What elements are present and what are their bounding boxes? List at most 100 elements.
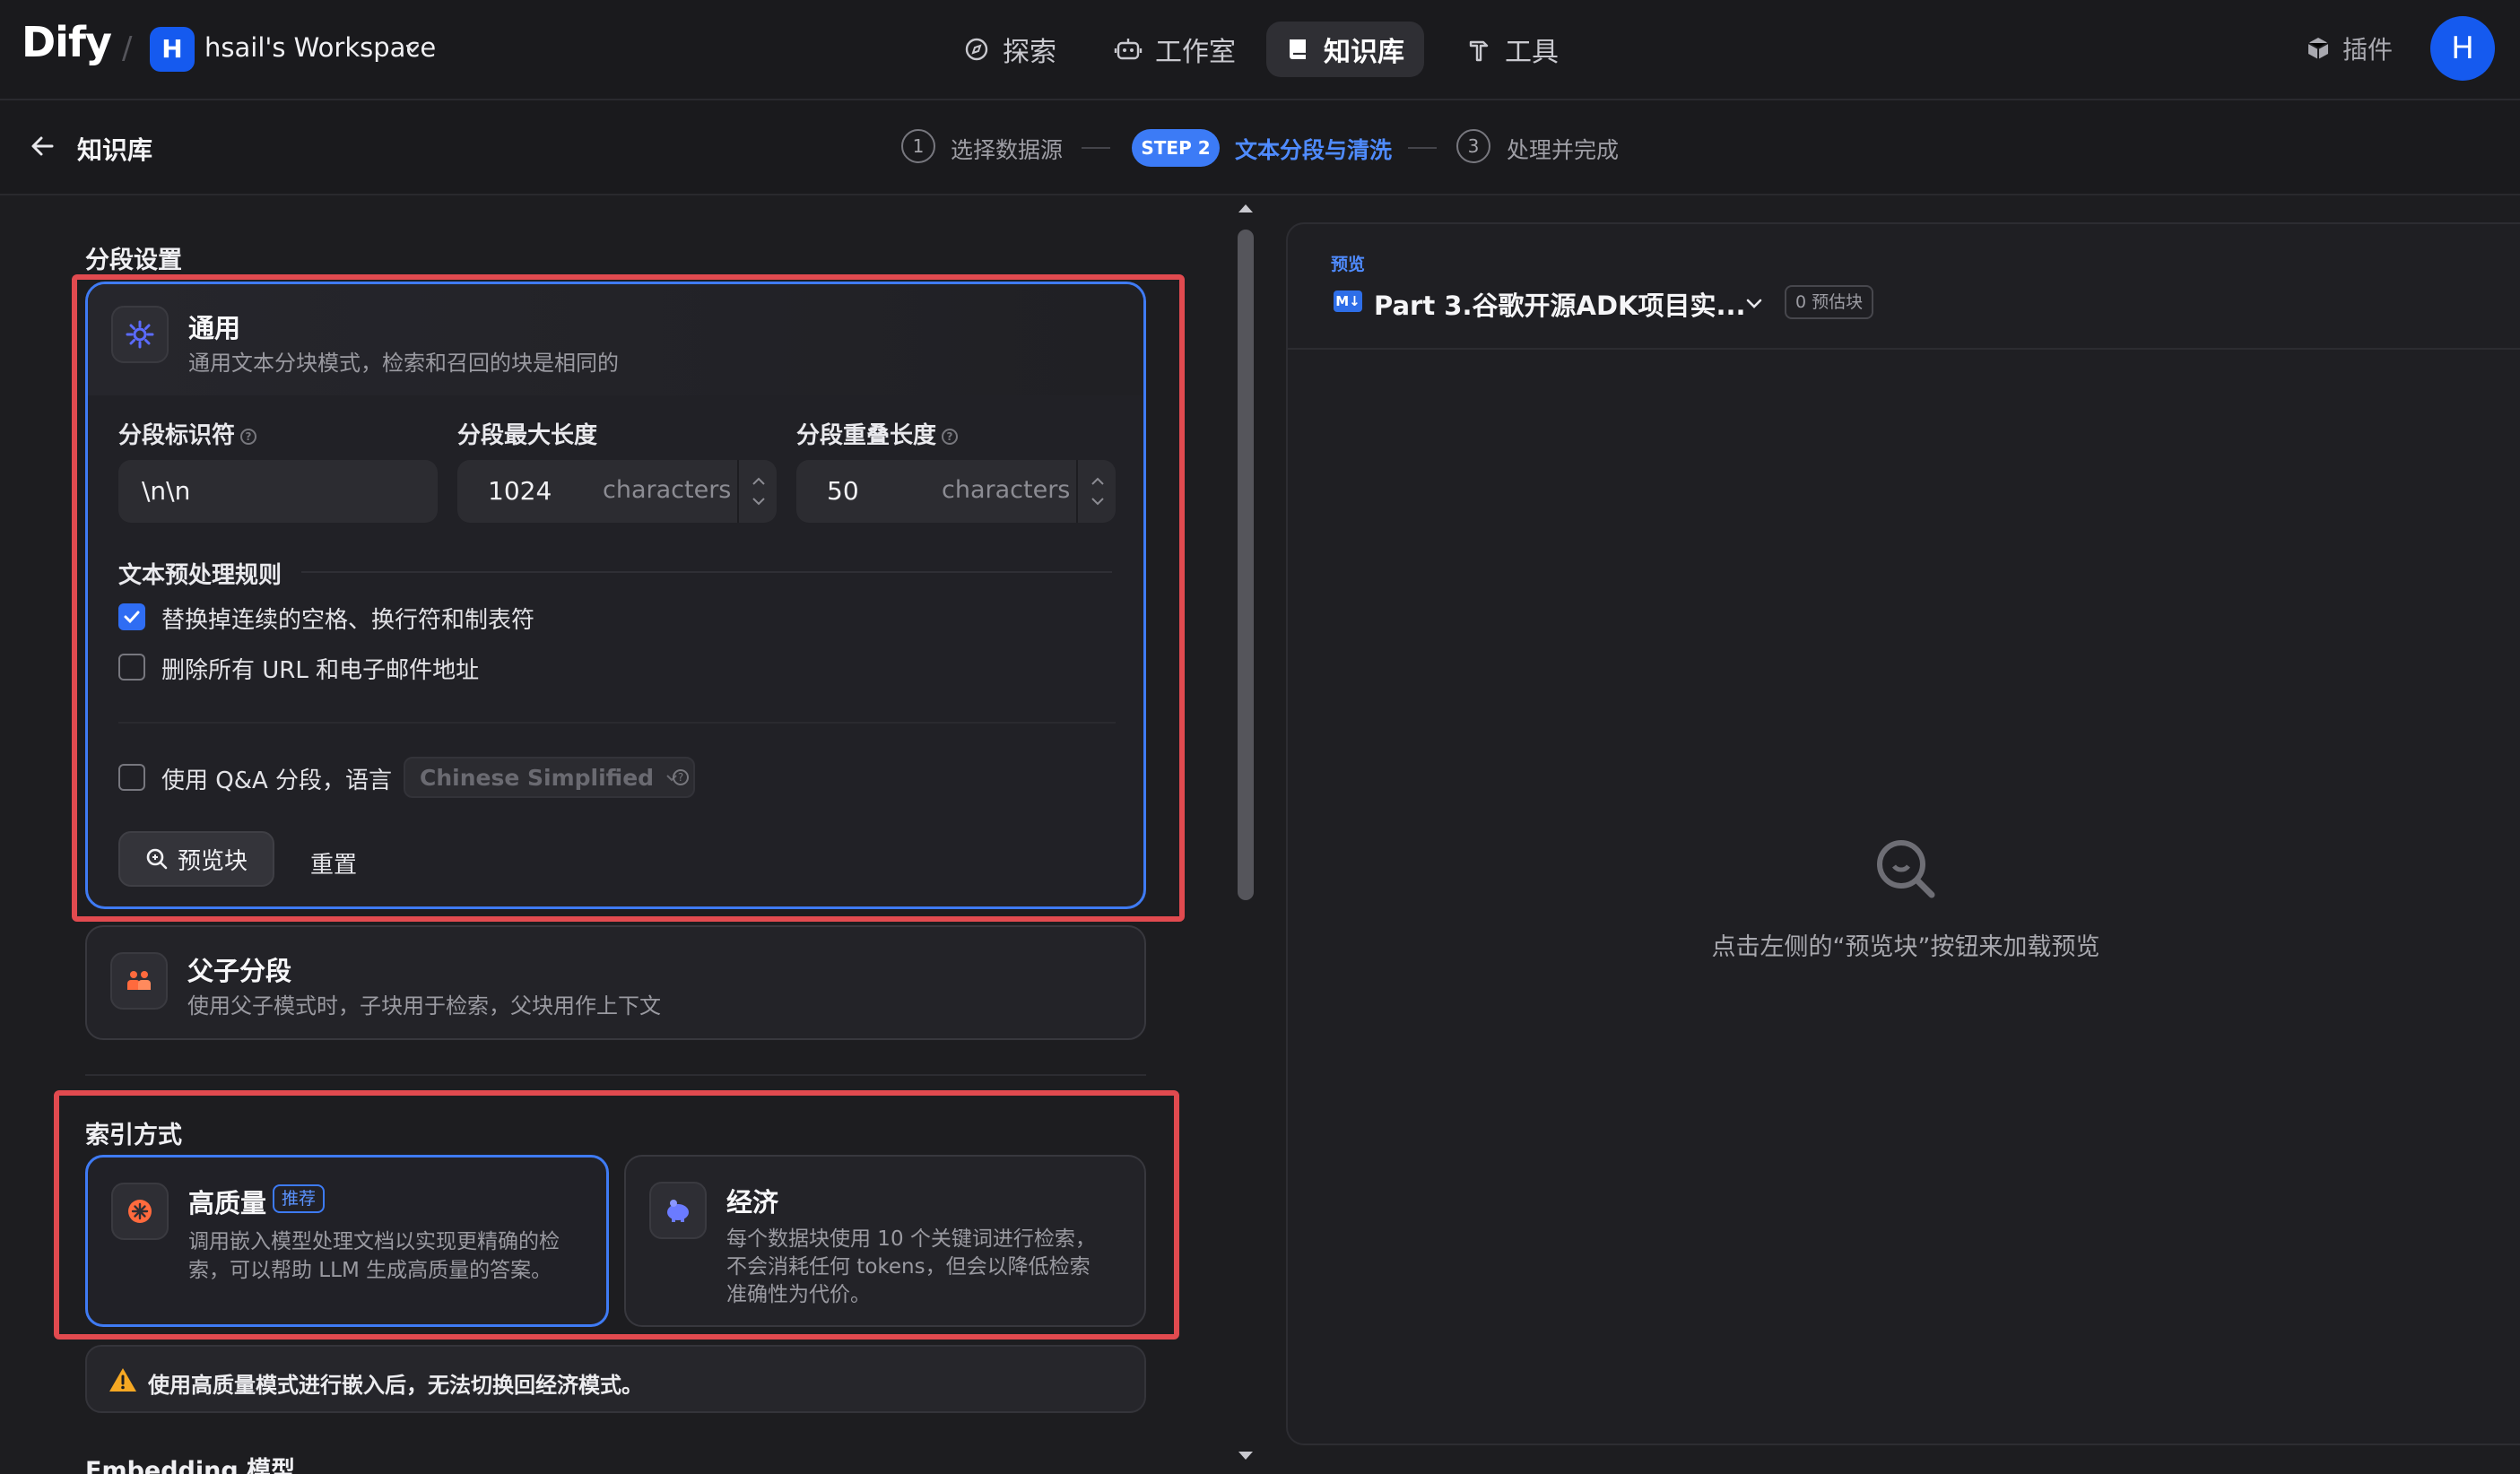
economy-title: 经济 (726, 1187, 779, 1218)
delimiter-label-text: 分段标识符 (118, 422, 236, 449)
overlap-input[interactable]: 50 characters (796, 460, 1116, 523)
chevron-down-icon[interactable] (404, 39, 421, 57)
scroll-up-arrow-icon[interactable] (1236, 201, 1256, 215)
max-length-input[interactable]: 1024 characters (457, 460, 777, 523)
qa-divider (118, 722, 1116, 724)
segment-section-title: 分段设置 (85, 247, 182, 274)
qa-checkbox[interactable] (118, 764, 145, 791)
compass-icon (963, 36, 990, 63)
step-connector (1082, 147, 1110, 149)
max-length-value: 1024 (488, 476, 552, 506)
step-1-number: 1 (901, 129, 935, 163)
step-2-badge: STEP 2 (1132, 129, 1220, 167)
page-title: 知识库 (77, 135, 153, 165)
rules-title: 文本预处理规则 (118, 562, 282, 589)
step-3-number: 3 (1456, 129, 1490, 163)
overlap-unit: characters (942, 476, 1071, 504)
help-icon[interactable]: ? (942, 428, 959, 445)
scrollbar-thumb[interactable] (1238, 230, 1254, 900)
overlap-label: 分段重叠长度? (796, 417, 959, 450)
preview-panel (1286, 222, 2520, 1445)
dify-logo[interactable]: Dify (22, 18, 112, 66)
nav-explore-label: 探索 (1003, 37, 1056, 68)
scroll-down-arrow-icon[interactable] (1236, 1449, 1256, 1463)
embedding-section-title: Embedding 模型 (85, 1457, 296, 1474)
general-title: 通用 (188, 313, 241, 343)
economy-desc-line3: 准确性为代价。 (726, 1283, 871, 1306)
nav-studio-label: 工作室 (1155, 37, 1236, 68)
family-icon (110, 952, 168, 1010)
help-icon[interactable]: ? (673, 769, 689, 785)
economy-desc-line2: 不会消耗任何 tokens，但会以降低检索 (726, 1255, 1091, 1279)
section-divider (85, 1074, 1146, 1076)
nav-tools-label: 工具 (1505, 37, 1559, 68)
markdown-file-icon: M↓ (1334, 290, 1362, 312)
preview-chunks-button[interactable]: 预览块 (118, 831, 275, 887)
nav-explore[interactable]: 探索 (943, 22, 1076, 77)
nav-studio[interactable]: 工作室 (1094, 22, 1256, 77)
warning-icon (109, 1366, 137, 1393)
rule1-label: 替换掉连续的空格、换行符和制表符 (161, 607, 535, 634)
preview-label: 预览 (1331, 255, 1366, 274)
breadcrumb-separator: / (122, 30, 133, 66)
rule2-checkbox[interactable] (118, 654, 145, 681)
step-connector (1408, 147, 1437, 149)
preview-header-divider (1288, 348, 2520, 350)
search-icon (145, 847, 169, 871)
economy-card[interactable]: 经济 每个数据块使用 10 个关键词进行检索， 不会消耗任何 tokens，但会… (624, 1155, 1146, 1327)
robot-icon (1114, 36, 1143, 63)
piggy-bank-icon (649, 1182, 707, 1239)
preview-chunks-label: 预览块 (178, 847, 248, 875)
plugins-button[interactable]: 插件 (2305, 30, 2393, 66)
hammer-icon (1465, 36, 1492, 63)
general-mode-card[interactable]: 通用 通用文本分块模式，检索和召回的块是相同的 分段标识符? 分段最大长度 分段… (85, 282, 1146, 909)
reset-button[interactable]: 重置 (310, 846, 357, 880)
warning-text: 使用高质量模式进行嵌入后，无法切换回经济模式。 (148, 1373, 643, 1398)
max-length-unit: characters (603, 476, 732, 504)
parent-child-desc: 使用父子模式时，子块用于检索，父块用作上下文 (187, 993, 661, 1019)
cube-icon (2305, 35, 2332, 62)
step-3-label: 处理并完成 (1507, 137, 1620, 163)
parent-child-mode-card[interactable]: 父子分段 使用父子模式时，子块用于检索，父块用作上下文 (85, 925, 1146, 1040)
high-quality-desc-line1: 调用嵌入模型处理文档以实现更精确的检 (188, 1230, 560, 1253)
nav-knowledge-label: 知识库 (1324, 37, 1404, 68)
step-1-label: 选择数据源 (951, 137, 1064, 163)
max-length-stepper[interactable] (737, 460, 777, 523)
rules-divider (301, 571, 1112, 573)
workspace-avatar[interactable]: H (150, 27, 195, 72)
general-desc: 通用文本分块模式，检索和召回的块是相同的 (188, 351, 619, 376)
index-section-title: 索引方式 (85, 1122, 182, 1149)
workspace-name[interactable]: hsail's Workspace (204, 32, 436, 63)
overlap-label-text: 分段重叠长度 (796, 422, 937, 449)
qa-language-select[interactable]: Chinese Simplified (404, 757, 696, 798)
rule2-label: 删除所有 URL 和电子邮件地址 (161, 657, 480, 684)
preview-document-name[interactable]: Part 3.谷歌开源ADK项目实... (1374, 285, 1746, 323)
economy-desc-line1: 每个数据块使用 10 个关键词进行检索， (726, 1227, 1096, 1251)
high-quality-desc-line2: 索，可以帮助 LLM 生成高质量的答案。 (188, 1259, 552, 1282)
back-arrow-icon[interactable] (29, 131, 56, 161)
gear-icon (111, 306, 169, 363)
help-icon[interactable]: ? (240, 428, 257, 445)
delimiter-label: 分段标识符? (118, 417, 257, 450)
book-icon (1286, 36, 1311, 63)
chevron-down-icon[interactable] (1743, 292, 1765, 314)
step-2-label: 文本分段与清洗 (1235, 137, 1393, 163)
qa-label: 使用 Q&A 分段，语言 (161, 767, 393, 794)
delimiter-value: \n\n (142, 476, 191, 506)
delimiter-input[interactable]: \n\n (118, 460, 438, 523)
plugins-label: 插件 (2342, 35, 2394, 65)
parent-child-title: 父子分段 (187, 956, 292, 986)
overlap-stepper[interactable] (1076, 460, 1116, 523)
overlap-value: 50 (827, 476, 859, 506)
nav-tools[interactable]: 工具 (1446, 22, 1578, 77)
max-length-label: 分段最大长度 (457, 422, 598, 449)
high-quality-card[interactable]: 高质量 推荐 调用嵌入模型处理文档以实现更精确的检 索，可以帮助 LLM 生成高… (85, 1155, 609, 1327)
nav-knowledge[interactable]: 知识库 (1266, 22, 1424, 77)
warning-banner: 使用高质量模式进行嵌入后，无法切换回经济模式。 (85, 1345, 1146, 1413)
preview-chunk-count: 0 预估块 (1785, 285, 1874, 319)
rule1-checkbox[interactable] (118, 603, 145, 630)
user-avatar[interactable]: H (2430, 16, 2495, 81)
preview-empty-text: 点击左侧的“预览块”按钮来加载预览 (1711, 933, 2100, 961)
recommended-badge: 推荐 (273, 1184, 326, 1213)
card-header-bg (88, 284, 1143, 395)
